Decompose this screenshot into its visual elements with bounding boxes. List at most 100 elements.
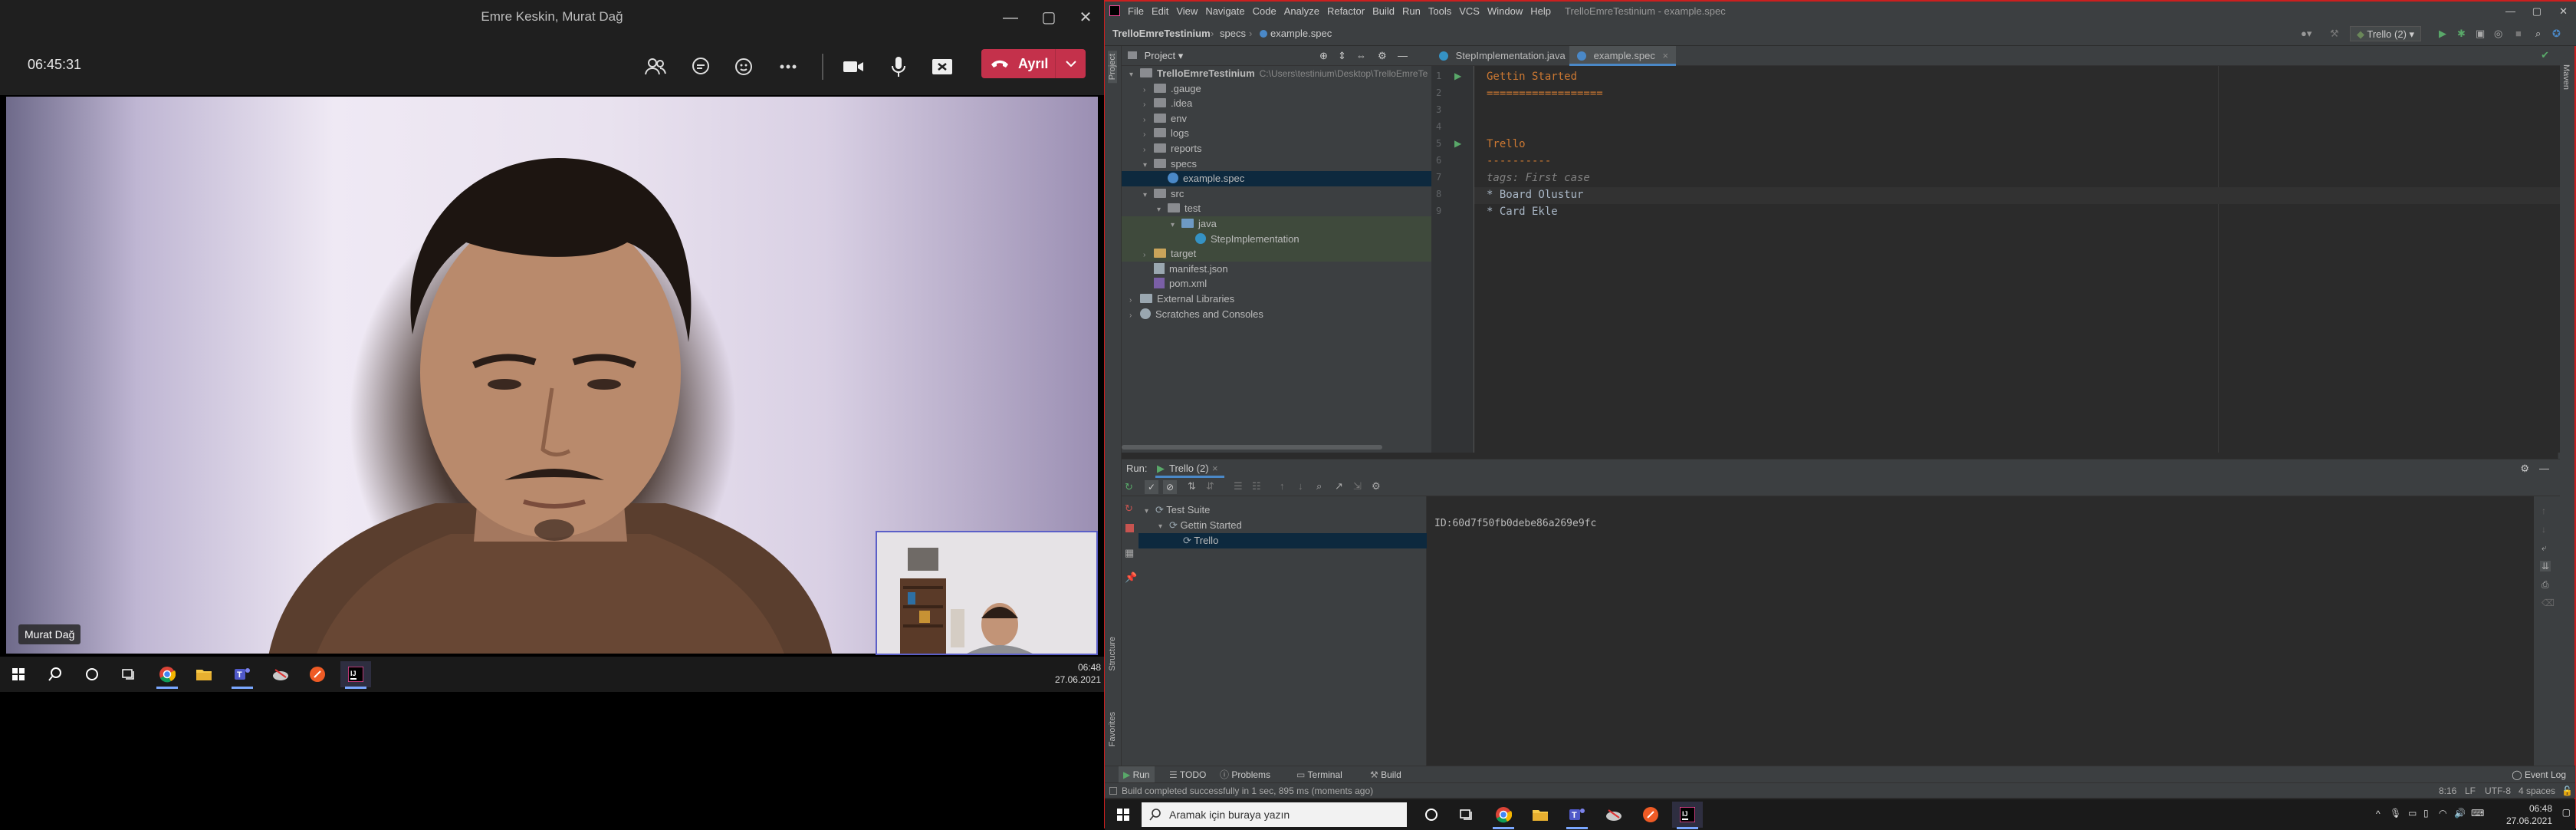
- status-toggle-icon[interactable]: [1109, 787, 1117, 795]
- menu-item-help[interactable]: Help: [1530, 2, 1551, 21]
- down-icon[interactable]: ↓: [2542, 524, 2546, 535]
- task-view-icon[interactable]: [113, 661, 144, 687]
- more-icon[interactable]: [775, 54, 801, 80]
- cortana-icon[interactable]: [1416, 802, 1447, 828]
- tree-item[interactable]: StepImplementation: [1122, 231, 1431, 247]
- tree-item[interactable]: ▾ src: [1122, 186, 1431, 202]
- hide-panel-icon[interactable]: —: [1398, 46, 1408, 66]
- bottom-tab-run[interactable]: ▶ Run: [1119, 766, 1155, 783]
- tree-item[interactable]: ▾ TrelloEmreTestinium C:\Users\testinium\D…: [1122, 66, 1431, 81]
- tree-item[interactable]: › .idea: [1122, 96, 1431, 111]
- bottom-tab-problems[interactable]: ⓘ Problems: [1220, 766, 1270, 783]
- import-icon[interactable]: ⇲: [1353, 480, 1362, 492]
- postman-icon[interactable]: [302, 661, 333, 687]
- show-hidden-icons[interactable]: ^: [2376, 809, 2380, 819]
- teams-icon[interactable]: T: [227, 661, 258, 689]
- hide-panel-icon[interactable]: —: [2539, 459, 2549, 478]
- sort-duration-icon[interactable]: ⇵: [1206, 480, 1214, 492]
- chrome-icon[interactable]: [152, 661, 182, 689]
- layout-icon[interactable]: ▦: [1125, 547, 1134, 559]
- menu-item-file[interactable]: File: [1128, 2, 1144, 21]
- favorites-tool-tab[interactable]: Favorites: [1108, 712, 1117, 746]
- tree-item[interactable]: › env: [1122, 111, 1431, 127]
- tab-example-spec[interactable]: example.spec ×: [1569, 46, 1677, 66]
- chevron-right-icon[interactable]: ›: [1129, 308, 1140, 324]
- structure-tool-tab[interactable]: Structure: [1108, 637, 1117, 671]
- reactions-icon[interactable]: [732, 54, 758, 80]
- menu-item-tools[interactable]: Tools: [1428, 2, 1451, 21]
- minimize-icon[interactable]: —: [2505, 2, 2515, 21]
- print-icon[interactable]: ⎙: [2542, 579, 2549, 591]
- rerun-failed-icon[interactable]: ↻: [1125, 502, 1133, 515]
- breadcrumb-file[interactable]: example.spec: [1270, 21, 1332, 46]
- menu-item-build[interactable]: Build: [1372, 2, 1395, 21]
- maximize-icon[interactable]: ▢: [2532, 2, 2542, 21]
- menu-item-code[interactable]: Code: [1253, 2, 1276, 21]
- tree-item[interactable]: example.spec: [1122, 171, 1431, 187]
- tree-item[interactable]: › reports: [1122, 141, 1431, 156]
- tree-item[interactable]: ▾ test: [1122, 201, 1431, 216]
- inspection-ok-icon[interactable]: ✔: [2541, 49, 2549, 61]
- sort-alpha-icon[interactable]: ⇅: [1188, 480, 1196, 492]
- event-log-tab[interactable]: ◯ Event Log: [2512, 766, 2566, 783]
- gear-icon[interactable]: ⚙: [1378, 46, 1387, 66]
- menu-item-vcs[interactable]: VCS: [1459, 2, 1480, 21]
- code-editor[interactable]: Gettin Started ================== Trello --…: [1474, 66, 2560, 453]
- file-explorer-icon[interactable]: [189, 661, 219, 687]
- windows-start-icon[interactable]: [1108, 802, 1138, 828]
- taskbar-clock[interactable]: 06:48 27.06.2021: [2506, 802, 2552, 827]
- breadcrumb-folder[interactable]: specs: [1220, 21, 1246, 46]
- status-message[interactable]: Build completed successfully in 1 sec, 8…: [1122, 783, 1373, 799]
- show-passed-icon[interactable]: ✓: [1145, 480, 1158, 494]
- tree-item[interactable]: ▾ java: [1122, 216, 1431, 232]
- menu-item-navigate[interactable]: Navigate: [1205, 2, 1244, 21]
- search-everywhere-icon[interactable]: ⌕: [2535, 21, 2541, 46]
- rerun-icon[interactable]: ↻: [1125, 481, 1133, 493]
- test-tree-item[interactable]: ▾ ⟳ Gettin Started: [1138, 518, 1427, 533]
- test-tree-item[interactable]: ▾ ⟳ Test Suite: [1138, 502, 1427, 518]
- project-panel-title[interactable]: Project: [1145, 50, 1175, 61]
- camera-icon[interactable]: [840, 54, 866, 80]
- tree-item[interactable]: › target: [1122, 246, 1431, 262]
- search-icon[interactable]: [40, 661, 71, 687]
- indent-setting[interactable]: 4 spaces: [2518, 783, 2555, 799]
- chat-icon[interactable]: [688, 54, 714, 80]
- tree-item[interactable]: manifest.json: [1122, 262, 1431, 277]
- menu-item-refactor[interactable]: Refactor: [1327, 2, 1365, 21]
- windows-start-icon[interactable]: [3, 661, 34, 687]
- console-output[interactable]: ID:60d7f50fb0debe86a269e9fc: [1428, 496, 2534, 766]
- share-screen-icon[interactable]: [929, 54, 955, 80]
- postman-icon[interactable]: [1635, 802, 1666, 828]
- run-gutter-icon[interactable]: ▶: [1454, 71, 1461, 81]
- tree-item[interactable]: › logs: [1122, 126, 1431, 141]
- collapse-all-icon[interactable]: ☷: [1252, 480, 1261, 492]
- bottom-tab-build[interactable]: ⚒ Build: [1370, 766, 1401, 783]
- project-tool-tab[interactable]: Project: [1108, 51, 1117, 84]
- stop-icon[interactable]: ■: [2515, 21, 2522, 46]
- tree-item[interactable]: ▾ specs: [1122, 156, 1431, 172]
- tree-item[interactable]: › .gauge: [1122, 81, 1431, 97]
- chevron-down-icon[interactable]: [1055, 49, 1086, 78]
- menu-item-window[interactable]: Window: [1487, 2, 1523, 21]
- stop-icon[interactable]: [1125, 524, 1134, 532]
- run-icon[interactable]: ▶: [2439, 21, 2446, 46]
- locate-icon[interactable]: ⊕: [1319, 46, 1328, 66]
- scroll-end-icon[interactable]: ⇊: [2540, 561, 2551, 571]
- soft-wrap-icon[interactable]: ⤶: [2542, 542, 2547, 554]
- leave-call-button[interactable]: Ayrıl: [981, 49, 1086, 78]
- minimize-icon[interactable]: —: [997, 6, 1024, 29]
- breadcrumb-project[interactable]: TrelloEmreTestinium: [1112, 21, 1211, 46]
- volume-icon[interactable]: 🔊: [2454, 808, 2466, 818]
- snipping-tool-icon[interactable]: [1598, 802, 1629, 828]
- menu-item-view[interactable]: View: [1176, 2, 1198, 21]
- tree-item[interactable]: › Scratches and Consoles: [1122, 307, 1431, 322]
- wifi-icon[interactable]: ◠: [2439, 808, 2446, 818]
- lock-icon[interactable]: 🔓: [2561, 783, 2573, 799]
- hammer-icon[interactable]: ⚒: [2330, 21, 2339, 46]
- pin-icon[interactable]: 📌: [1125, 571, 1137, 584]
- tree-item[interactable]: pom.xml: [1122, 276, 1431, 291]
- collapse-all-icon[interactable]: ⇔: [1356, 46, 1366, 66]
- run-gutter-icon[interactable]: ▶: [1454, 138, 1461, 149]
- bottom-tab-todo[interactable]: ☰ TODO: [1169, 766, 1206, 783]
- test-tree-item[interactable]: ⟳ Trello: [1138, 533, 1427, 548]
